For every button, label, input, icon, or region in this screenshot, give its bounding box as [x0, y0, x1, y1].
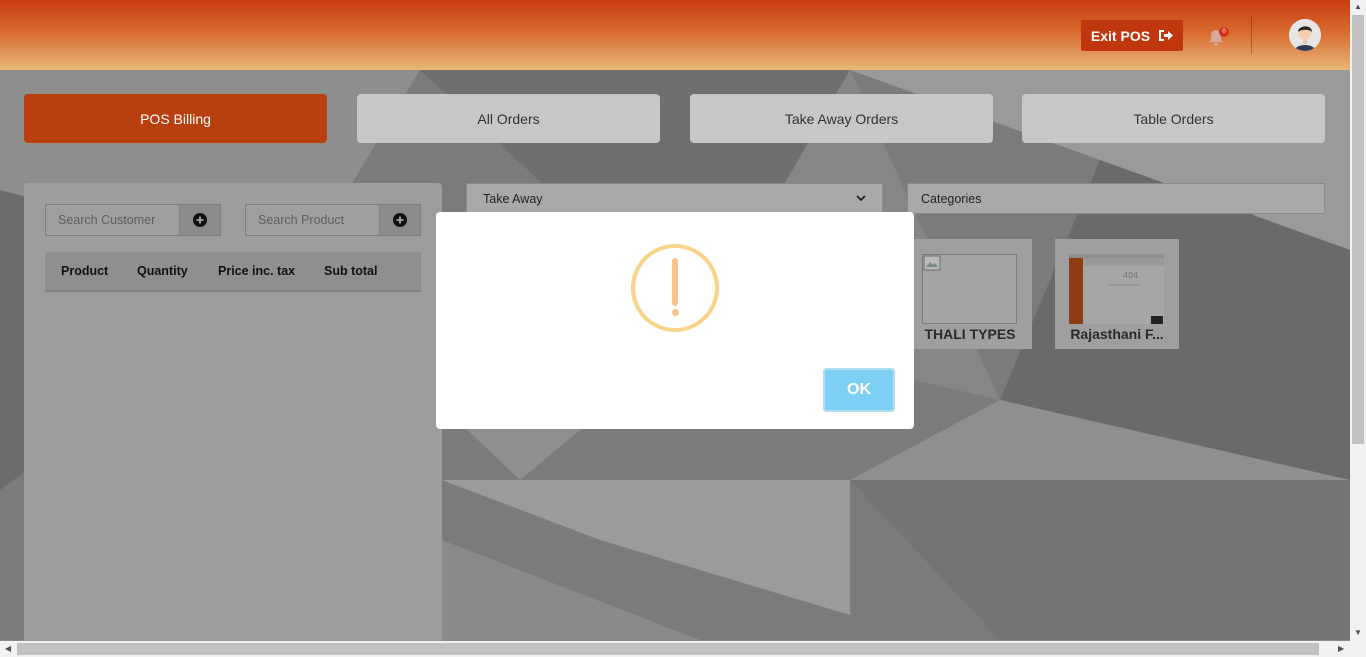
- column-header-price: Price inc. tax: [218, 264, 296, 278]
- warning-exclamation-bar: [672, 258, 678, 306]
- category-name: THALI TYPES: [924, 326, 1016, 342]
- horizontal-scrollbar[interactable]: ◀ ▶: [0, 641, 1366, 657]
- scroll-right-arrow-icon[interactable]: ▶: [1338, 644, 1344, 653]
- add-customer-button[interactable]: [179, 205, 220, 235]
- avatar-image: [1289, 19, 1321, 51]
- category-card[interactable]: THALI TYPES: [908, 239, 1032, 349]
- warning-exclamation-dot: [671, 309, 679, 316]
- tab-all-orders[interactable]: All Orders: [357, 94, 660, 143]
- vertical-scroll-thumb[interactable]: [1352, 15, 1364, 444]
- plus-circle-icon: [393, 213, 407, 227]
- scroll-left-arrow-icon[interactable]: ◀: [5, 644, 11, 653]
- tab-take-away-orders[interactable]: Take Away Orders: [690, 94, 993, 143]
- header-divider: [1251, 17, 1252, 54]
- search-product-input[interactable]: Search Product: [246, 205, 379, 235]
- exit-pos-button[interactable]: Exit POS: [1081, 20, 1183, 51]
- plus-circle-icon: [193, 213, 207, 227]
- user-avatar[interactable]: [1289, 19, 1321, 51]
- horizontal-scroll-thumb[interactable]: [17, 643, 1319, 655]
- category-name: Rajasthani F...: [1070, 326, 1164, 342]
- tab-table-orders[interactable]: Table Orders: [1022, 94, 1325, 143]
- scroll-up-arrow-icon[interactable]: ▲: [1354, 2, 1362, 11]
- column-header-subtotal: Sub total: [324, 264, 378, 278]
- scroll-down-arrow-icon[interactable]: ▼: [1354, 628, 1362, 637]
- categories-label: Categories: [921, 191, 982, 206]
- search-customer-box: Search Customer: [45, 204, 221, 236]
- search-product-box: Search Product: [245, 204, 421, 236]
- vertical-scrollbar[interactable]: ▲ ▼: [1350, 0, 1366, 641]
- tab-pos-billing[interactable]: POS Billing: [24, 94, 327, 143]
- search-customer-input[interactable]: Search Customer: [46, 205, 179, 235]
- categories-bar[interactable]: Categories: [907, 183, 1325, 214]
- column-header-product: Product: [61, 264, 109, 278]
- svg-text:404: 404: [1123, 271, 1138, 280]
- exit-pos-label: Exit POS: [1090, 27, 1151, 44]
- column-header-quantity: Quantity: [137, 264, 188, 278]
- add-product-button[interactable]: [379, 205, 420, 235]
- notification-count-badge: 0: [1219, 27, 1229, 37]
- chevron-down-icon: [856, 195, 866, 202]
- order-type-select[interactable]: Take Away: [466, 183, 883, 214]
- sign-out-icon: [1159, 30, 1174, 41]
- billing-table-header: Product Quantity Price inc. tax Sub tota…: [45, 252, 421, 292]
- category-card[interactable]: 404 Rajasthani F...: [1055, 239, 1179, 349]
- broken-image-icon: [922, 254, 1017, 324]
- ok-button[interactable]: OK: [823, 368, 895, 412]
- order-type-value: Take Away: [483, 191, 543, 206]
- category-thumbnail: 404: [1069, 254, 1164, 324]
